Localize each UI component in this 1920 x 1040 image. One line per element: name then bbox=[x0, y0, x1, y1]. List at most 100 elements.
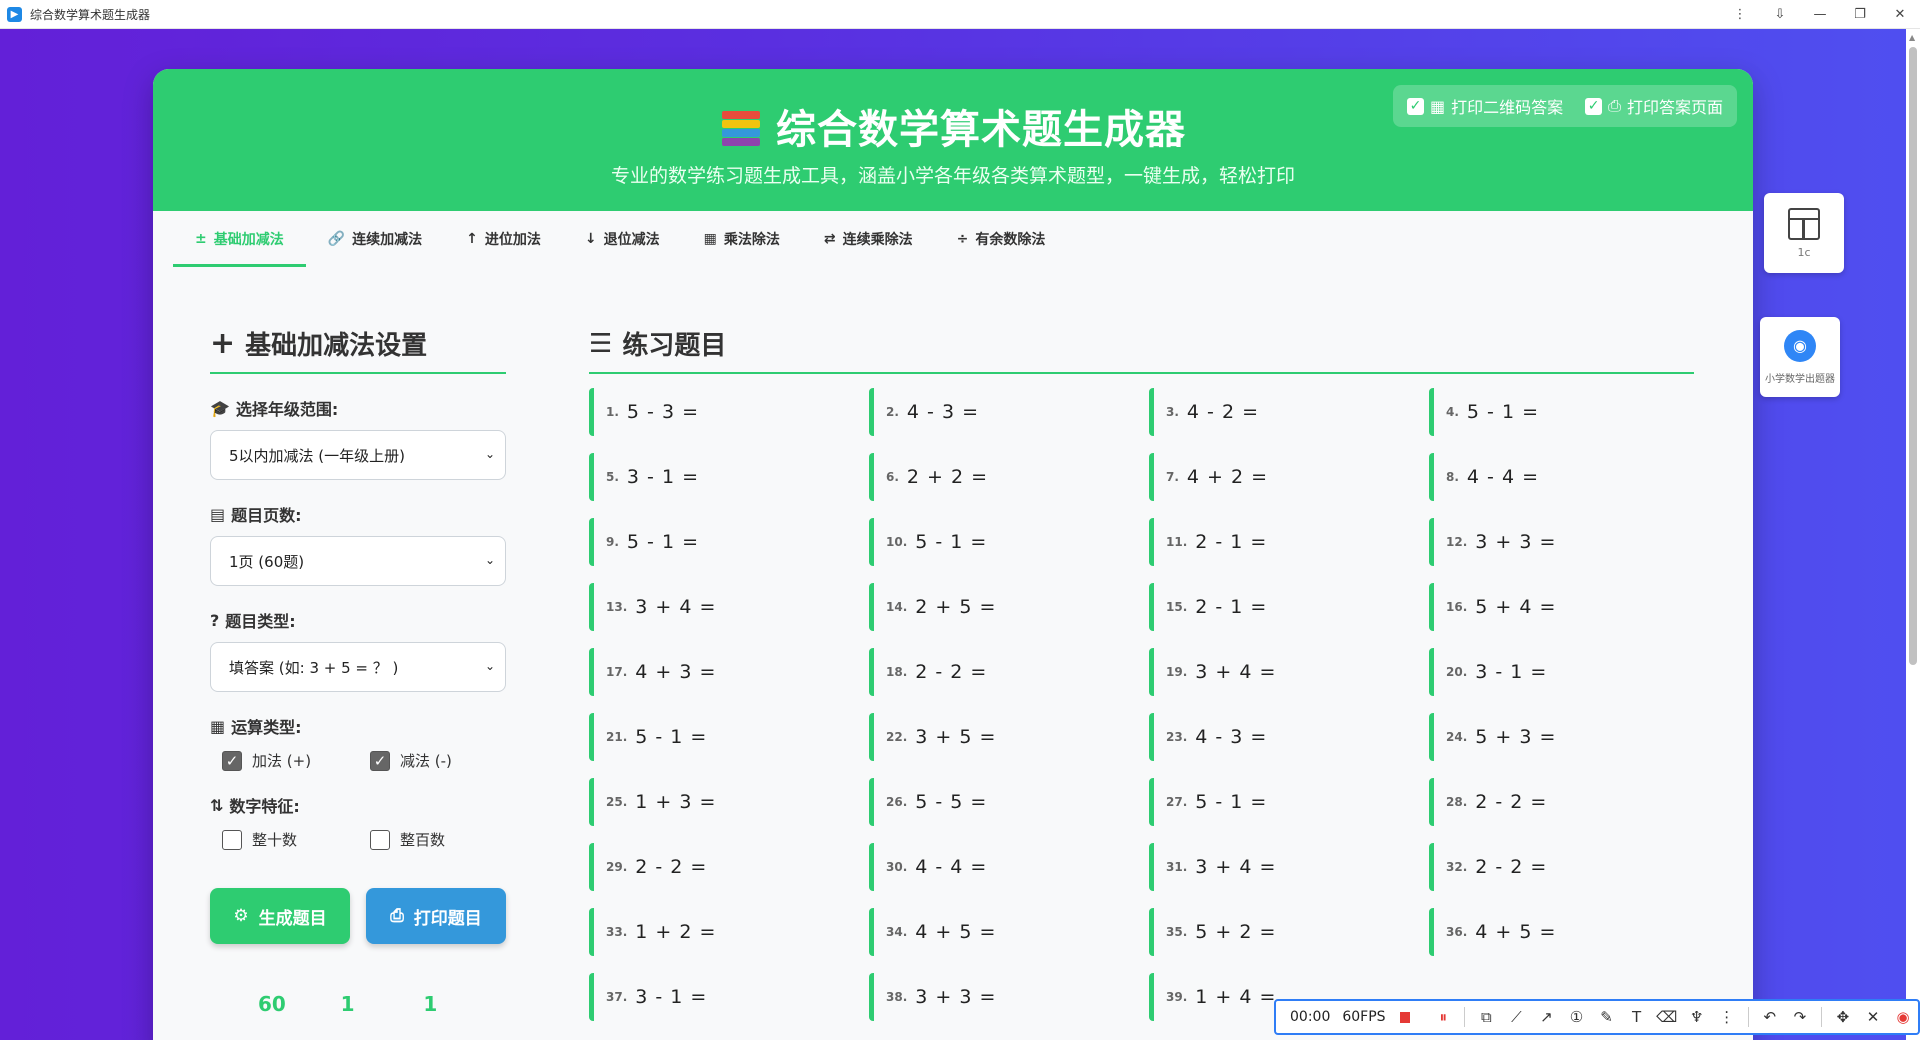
checkbox-checked-icon[interactable]: ✓ bbox=[1585, 97, 1603, 115]
exercise-expression: 4 + 5 = bbox=[915, 921, 997, 943]
grade-select-value: 5以内加减法 (一年级上册) bbox=[229, 446, 406, 465]
highlight-icon[interactable]: ♆ bbox=[1682, 1008, 1712, 1026]
type-select[interactable]: 填答案 (如: 3 + 5 = ？ ) ⌄ bbox=[210, 642, 506, 692]
stat-grade: 1 bbox=[423, 992, 438, 1016]
recorder-fps: 60FPS bbox=[1342, 1009, 1386, 1025]
exercise-item: 12. 3 + 3 = bbox=[1429, 518, 1691, 566]
generate-button[interactable]: ⚙ 生成题目 bbox=[210, 888, 350, 944]
round-hundreds-checkbox[interactable] bbox=[370, 829, 390, 850]
grade-label-text: 选择年级范围: bbox=[235, 400, 339, 419]
exercise-item: 25. 1 + 3 = bbox=[589, 778, 851, 826]
exercise-item: 15. 2 - 1 = bbox=[1149, 583, 1411, 631]
exercise-number: 7. bbox=[1166, 470, 1179, 484]
exercise-item: 35. 5 + 2 = bbox=[1149, 908, 1411, 956]
scroll-up-icon[interactable]: ▲ bbox=[1909, 33, 1915, 42]
printer-icon: ⎙ bbox=[390, 906, 404, 926]
exercise-number: 2. bbox=[886, 405, 899, 419]
round-tens-option[interactable]: 整十数 bbox=[210, 829, 358, 850]
exercise-expression: 5 + 2 = bbox=[1195, 921, 1277, 943]
pause-icon[interactable]: ⏸ bbox=[1428, 1008, 1458, 1026]
scrollbar-thumb[interactable] bbox=[1909, 47, 1917, 665]
exercise-expression: 5 - 1 = bbox=[1195, 791, 1268, 813]
print-answer-page-option[interactable]: ✓ ⎙ 打印答案页面 bbox=[1585, 94, 1723, 118]
page-title-text: 综合数学算术题生成器 bbox=[776, 107, 1186, 153]
tab-continuous-mul-div[interactable]: ⇄ 连续乘除法 bbox=[802, 211, 935, 267]
op-checkboxes: ✓ 加法 (+) ✓ 减法 (-) bbox=[210, 750, 506, 771]
more-icon[interactable]: ⋮ bbox=[1712, 1008, 1742, 1026]
exercise-number: 3. bbox=[1166, 405, 1179, 419]
number-marker-icon[interactable]: ① bbox=[1561, 1008, 1591, 1026]
record-icon[interactable]: ◉ bbox=[1888, 1008, 1918, 1026]
round-tens-checkbox[interactable] bbox=[222, 829, 242, 850]
tab-borrow-subtraction[interactable]: ↓ 退位减法 bbox=[563, 211, 682, 267]
vertical-scrollbar[interactable]: ▲ bbox=[1906, 29, 1920, 1040]
exercise-item: 32. 2 - 2 = bbox=[1429, 843, 1691, 891]
exercise-item: 26. 5 - 5 = bbox=[869, 778, 1131, 826]
print-qr-answer-option[interactable]: ✓ ▦ 打印二维码答案 bbox=[1407, 94, 1563, 118]
round-tens-label: 整十数 bbox=[252, 831, 298, 849]
print-button-label: 打印题目 bbox=[413, 908, 482, 929]
polyline-icon[interactable]: ⟋ bbox=[1501, 1008, 1531, 1026]
close-icon[interactable]: ✕ bbox=[1858, 1008, 1888, 1026]
minimize-button[interactable]: — bbox=[1800, 0, 1840, 29]
addition-checkbox[interactable]: ✓ bbox=[222, 750, 242, 771]
round-hundreds-label: 整百数 bbox=[400, 831, 446, 849]
restore-button[interactable]: ❐ bbox=[1840, 0, 1880, 29]
exercise-number: 6. bbox=[886, 470, 899, 484]
subtraction-option[interactable]: ✓ 减法 (-) bbox=[358, 750, 506, 771]
subtraction-checkbox[interactable]: ✓ bbox=[370, 750, 390, 771]
print-answer-page-label: 打印答案页面 bbox=[1626, 98, 1723, 117]
round-hundreds-option[interactable]: 整百数 bbox=[358, 829, 506, 850]
checkbox-checked-icon[interactable]: ✓ bbox=[1407, 97, 1425, 115]
exercise-expression: 2 - 2 = bbox=[1475, 856, 1548, 878]
exercise-item: 18. 2 - 2 = bbox=[869, 648, 1131, 696]
exercise-expression: 5 - 1 = bbox=[635, 726, 708, 748]
grade-select[interactable]: 5以内加减法 (一年级上册) ⌄ bbox=[210, 430, 506, 480]
exercise-number: 34. bbox=[886, 925, 908, 939]
exercise-expression: 4 + 2 = bbox=[1186, 466, 1269, 488]
divider bbox=[1464, 1007, 1466, 1027]
exercise-number: 5. bbox=[606, 470, 619, 484]
exercise-number: 39. bbox=[1166, 990, 1188, 1004]
link-icon: 🔗 bbox=[327, 231, 346, 247]
close-button[interactable]: ✕ bbox=[1880, 0, 1920, 29]
exercise-item: 6. 2 + 2 = bbox=[869, 453, 1131, 501]
print-button[interactable]: ⎙ 打印题目 bbox=[366, 888, 506, 944]
exercise-number: 22. bbox=[886, 730, 908, 744]
text-icon[interactable]: T bbox=[1622, 1008, 1652, 1026]
window-title: 综合数学算术题生成器 bbox=[30, 7, 151, 22]
exercise-item: 3. 4 - 2 = bbox=[1149, 388, 1411, 436]
arrow-icon[interactable]: ↗ bbox=[1531, 1008, 1561, 1026]
settings-panel: + 基础加减法设置 🎓 选择年级范围: 5以内加减法 (一年级上册) ⌄ ▤ 题目页数:… bbox=[210, 325, 506, 1016]
app-shortcut-widget[interactable]: ◉ 小学数学出题器 bbox=[1760, 317, 1840, 397]
type-label-text: 题目类型: bbox=[225, 612, 296, 631]
tab-basic-add-sub[interactable]: ± 基础加减法 bbox=[173, 211, 306, 267]
more-menu-icon[interactable]: ⋮ bbox=[1720, 0, 1760, 29]
exercise-number: 1. bbox=[606, 405, 619, 419]
exercise-expression: 5 + 4 = bbox=[1475, 596, 1557, 618]
exercise-number: 14. bbox=[886, 600, 908, 614]
pin-icon[interactable]: ⇩ bbox=[1760, 0, 1800, 29]
pages-select[interactable]: 1页 (60题) ⌄ bbox=[210, 536, 506, 586]
exercise-number: 10. bbox=[886, 535, 908, 549]
arrow-up-icon: ↑ bbox=[466, 231, 478, 247]
tab-mul-div[interactable]: ▦ 乘法除法 bbox=[682, 211, 802, 267]
stop-icon[interactable] bbox=[1399, 1011, 1411, 1023]
tab-continuous-add-sub[interactable]: 🔗 连续加减法 bbox=[306, 211, 444, 267]
addition-option[interactable]: ✓ 加法 (+) bbox=[210, 750, 358, 771]
shapes-icon[interactable]: ⧉ bbox=[1471, 1008, 1501, 1026]
stats-row: 60 1 1 bbox=[210, 992, 506, 1016]
tab-remainder-division[interactable]: ÷ 有余数除法 bbox=[935, 211, 1068, 267]
exercise-item: 16. 5 + 4 = bbox=[1429, 583, 1691, 631]
redo-icon[interactable]: ↷ bbox=[1785, 1008, 1815, 1026]
exercise-expression: 2 + 2 = bbox=[906, 466, 989, 488]
pages-select-value: 1页 (60题) bbox=[229, 552, 305, 571]
layout-widget[interactable]: 1c bbox=[1764, 193, 1844, 273]
exercise-item: 37. 3 - 1 = bbox=[589, 973, 851, 1021]
pen-icon[interactable]: ✎ bbox=[1592, 1008, 1622, 1026]
undo-icon[interactable]: ↶ bbox=[1755, 1008, 1785, 1026]
tab-carry-addition[interactable]: ↑ 进位加法 bbox=[444, 211, 563, 267]
tab-label: 连续加减法 bbox=[352, 232, 423, 248]
eraser-icon[interactable]: ⌫ bbox=[1652, 1008, 1682, 1026]
move-icon[interactable]: ✥ bbox=[1828, 1008, 1858, 1026]
